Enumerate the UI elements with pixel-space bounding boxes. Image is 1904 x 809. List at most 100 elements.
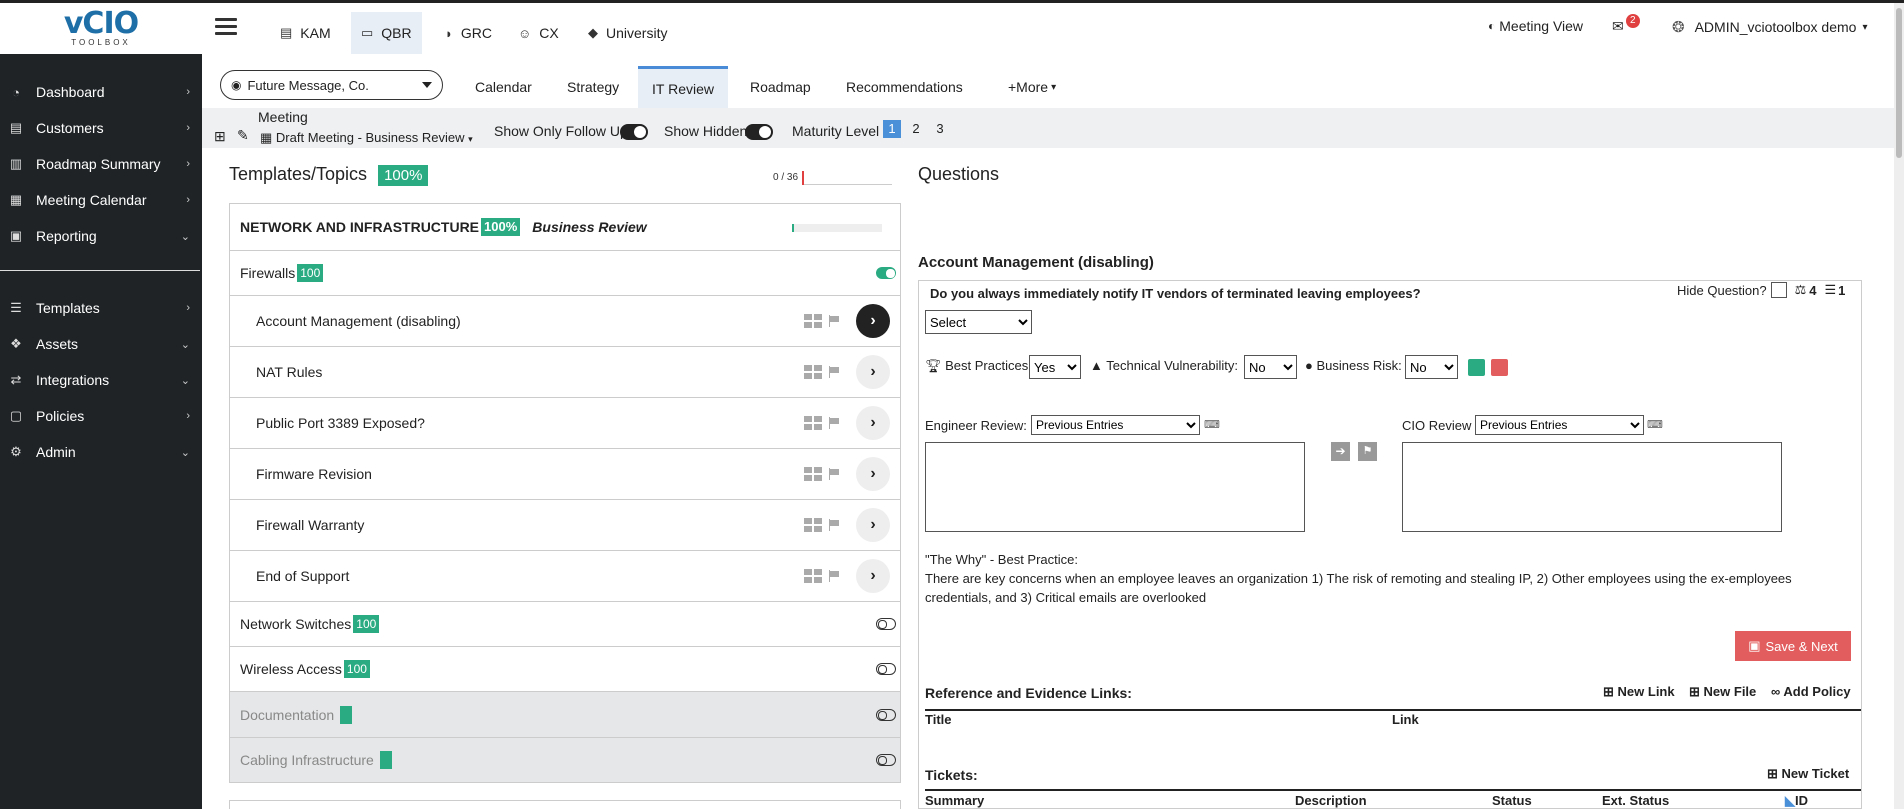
save-next-button[interactable]: ▣ Save & Next <box>1735 631 1851 661</box>
topic-row-network-switches[interactable]: Network Switches 100 <box>229 602 901 647</box>
grid-icon[interactable] <box>804 518 822 532</box>
flag-icon[interactable] <box>828 315 840 327</box>
sidebar-item-policies[interactable]: ▢ Policies › <box>0 399 202 433</box>
topic-row-wireless-access[interactable]: Wireless Access 100 <box>229 647 901 692</box>
sort-down-icon[interactable] <box>1491 359 1508 376</box>
show-hidden-toggle[interactable] <box>745 124 773 140</box>
flag-icon[interactable] <box>828 366 840 378</box>
why-text: There are key concerns when an employee … <box>925 571 1792 605</box>
page-scrollbar[interactable] <box>1894 3 1904 809</box>
sidebar-item-meeting-calendar[interactable]: ▦ Meeting Calendar › <box>0 183 202 217</box>
grid-icon[interactable] <box>804 314 822 328</box>
user-menu[interactable]: ❂ ADMIN_vciotoolbox demo ▾ <box>1672 18 1867 36</box>
next-section-box[interactable] <box>229 800 901 809</box>
tab-university[interactable]: ◆ University <box>578 12 677 54</box>
subtopic-row[interactable]: End of Support › <box>229 551 901 602</box>
add-policy-button[interactable]: ∞ Add Policy <box>1771 684 1851 699</box>
visibility-toggle[interactable] <box>876 754 896 766</box>
mail-button[interactable]: ✉ 2 <box>1612 14 1640 35</box>
engineer-review-select[interactable]: Previous Entries <box>1031 415 1200 435</box>
sidebar-item-assets[interactable]: ❖ Assets ⌄ <box>0 327 202 361</box>
maturity-level-2[interactable]: 2 <box>907 120 925 138</box>
topic-row-documentation[interactable]: Documentation <box>229 692 901 738</box>
edit-pencil-icon[interactable]: ✎ <box>237 127 249 144</box>
tab-strategy[interactable]: Strategy <box>553 66 633 108</box>
sidebar-item-roadmap-summary[interactable]: ▥ Roadmap Summary › <box>0 147 202 181</box>
hide-question-checkbox[interactable] <box>1770 282 1787 298</box>
keyboard-icon[interactable]: ⌨ <box>1204 418 1220 431</box>
subtopic-row[interactable]: Firewall Warranty › <box>229 500 901 551</box>
sidebar-item-customers[interactable]: ▤ Customers › <box>0 111 202 145</box>
tab-kam[interactable]: ▤ KAM <box>270 12 341 54</box>
flag-icon[interactable] <box>828 417 840 429</box>
visibility-toggle[interactable] <box>876 618 896 630</box>
shield-icon: ◗ <box>445 25 453 41</box>
grid-icon[interactable] <box>804 365 822 379</box>
scrollbar-thumb[interactable] <box>1896 8 1902 158</box>
tab-it-review[interactable]: IT Review <box>638 66 728 108</box>
flag-icon[interactable]: ⚑ <box>1358 442 1377 461</box>
tab-qbr[interactable]: ▭ QBR <box>351 12 422 54</box>
maturity-level-3[interactable]: 3 <box>931 120 949 138</box>
logo[interactable]: vCIO TOOLBOX <box>0 3 202 54</box>
company-select[interactable]: ◉ Future Message, Co. <box>220 70 443 100</box>
new-ticket-button[interactable]: ⊞ New Ticket <box>1767 766 1849 782</box>
keyboard-icon[interactable]: ⌨ <box>1647 418 1663 431</box>
subtopic-row[interactable]: Firmware Revision › <box>229 449 901 500</box>
sidebar-item-dashboard[interactable]: ◔ Dashboard › <box>0 75 202 109</box>
sidebar-item-reporting[interactable]: ▣ Reporting ⌄ <box>0 219 202 253</box>
chevron-right-icon[interactable]: › <box>856 355 890 389</box>
tab-calendar[interactable]: Calendar <box>461 66 546 108</box>
flag-icon[interactable] <box>828 570 840 582</box>
subtopic-row[interactable]: NAT Rules › <box>229 347 901 398</box>
tab-more[interactable]: +More ▾ <box>994 66 1070 108</box>
meeting-view-toggle[interactable]: ◐ Meeting View <box>1488 18 1583 34</box>
section-header[interactable]: NETWORK AND INFRASTRUCTURE 100% Business… <box>229 203 901 251</box>
hide-question[interactable]: Hide Question? ⚖ 4 ☰ 1 <box>1677 282 1845 298</box>
subtopic-row[interactable]: Account Management (disabling) › <box>229 296 901 347</box>
chevron-right-icon[interactable]: › <box>856 457 890 491</box>
flag-icon[interactable] <box>828 519 840 531</box>
tab-roadmap[interactable]: Roadmap <box>736 66 825 108</box>
visibility-toggle[interactable] <box>876 708 896 721</box>
mail-count-badge: 2 <box>1626 14 1640 28</box>
cio-review-select[interactable]: Previous Entries <box>1475 415 1644 435</box>
cio-review-textarea[interactable] <box>1402 442 1782 532</box>
add-meeting-icon[interactable]: ⊞ <box>214 128 226 145</box>
templates-pct-badge: 100% <box>378 165 429 186</box>
hamburger-menu-icon[interactable] <box>215 18 237 36</box>
maturity-level-1[interactable]: 1 <box>883 120 901 138</box>
grid-icon[interactable] <box>804 569 822 583</box>
tech-vuln-select[interactable]: No <box>1244 355 1297 379</box>
sidebar-item-admin[interactable]: ⚙ Admin ⌄ <box>0 435 202 469</box>
grid-icon[interactable] <box>804 416 822 430</box>
follow-up-toggle[interactable] <box>620 124 648 140</box>
chevron-right-icon[interactable]: › <box>856 559 890 593</box>
sort-up-icon[interactable] <box>1468 359 1485 376</box>
chevron-right-icon[interactable]: › <box>856 508 890 542</box>
topic-row-cabling-infrastructure[interactable]: Cabling Infrastructure <box>229 738 901 783</box>
engineer-review-textarea[interactable] <box>925 442 1305 532</box>
chevron-right-icon[interactable]: › <box>856 304 890 338</box>
topic-row-firewalls[interactable]: Firewalls 100 <box>229 251 901 296</box>
new-link-button[interactable]: ⊞ New Link <box>1603 684 1675 700</box>
tab-grc[interactable]: ◗ GRC <box>435 12 502 54</box>
tab-cx[interactable]: ☺ CX <box>508 12 569 54</box>
answer-select[interactable]: Select <box>925 310 1032 334</box>
visibility-toggle[interactable] <box>876 663 896 675</box>
tab-recommendations[interactable]: Recommendations <box>832 66 977 108</box>
grid-icon[interactable] <box>804 467 822 481</box>
copy-arrow-icon[interactable]: ➔ <box>1331 442 1350 461</box>
chevron-right-icon[interactable]: › <box>856 406 890 440</box>
subtopic-row[interactable]: Public Port 3389 Exposed? › <box>229 398 901 449</box>
sidebar-item-integrations[interactable]: ⇄ Integrations ⌄ <box>0 363 202 397</box>
business-risk-select[interactable]: No <box>1405 355 1458 379</box>
sidebar-item-templates[interactable]: ☰ Templates › <box>0 291 202 325</box>
chevron-down-icon: ⌄ <box>180 374 190 387</box>
best-practices-select[interactable]: Yes <box>1029 355 1081 379</box>
flag-icon[interactable] <box>828 468 840 480</box>
new-file-button[interactable]: ⊞ New File <box>1689 684 1756 700</box>
meeting-select[interactable]: ▦ Draft Meeting - Business Review ▾ <box>260 130 473 146</box>
visibility-toggle[interactable] <box>876 267 896 279</box>
tab-label: GRC <box>460 25 492 41</box>
